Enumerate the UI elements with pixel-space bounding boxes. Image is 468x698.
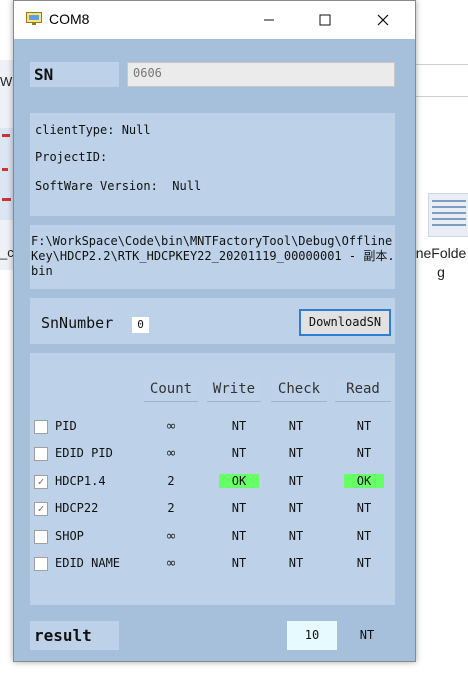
download-sn-button[interactable]: DownloadSN bbox=[299, 309, 391, 336]
maximize-icon bbox=[319, 14, 331, 26]
row-count-cell: 2 bbox=[167, 501, 175, 515]
row-label: SHOP bbox=[55, 529, 84, 543]
row-check-cell: NT bbox=[288, 556, 304, 570]
column-header-write: Write bbox=[207, 378, 261, 402]
row-label: EDID NAME bbox=[55, 556, 121, 570]
row-check-cell: NT bbox=[288, 529, 304, 543]
row-checkbox[interactable] bbox=[34, 420, 48, 434]
row-label: PID bbox=[55, 419, 77, 433]
column-header-check: Check bbox=[271, 378, 327, 402]
row-label: HDCP22 bbox=[55, 501, 99, 515]
row-write-cell: NT bbox=[231, 501, 247, 515]
row-read-cell: NT bbox=[356, 446, 372, 460]
desktop-text-fragment: _c bbox=[0, 245, 14, 260]
row-read-cell: NT bbox=[356, 556, 372, 570]
desktop-file-thumbnail[interactable] bbox=[428, 193, 468, 237]
app-icon bbox=[26, 12, 42, 25]
row-read-cell: NT bbox=[356, 419, 372, 433]
checkmark-icon: ✓ bbox=[37, 502, 45, 515]
row-write-cell: NT bbox=[231, 529, 247, 543]
row-checkbox[interactable]: ✓ bbox=[34, 475, 48, 489]
project-id-text: ProjectID: bbox=[35, 150, 108, 164]
minimize-button[interactable] bbox=[246, 1, 292, 39]
result-status: NT bbox=[359, 628, 375, 642]
row-label: EDID PID bbox=[55, 446, 113, 460]
sn-number-label: SnNumber bbox=[41, 314, 114, 332]
sn-label: SN bbox=[30, 62, 119, 87]
sn-input[interactable]: 0606 bbox=[127, 62, 395, 87]
column-header-read: Read bbox=[335, 378, 391, 402]
row-count-cell: 2 bbox=[167, 474, 175, 488]
row-check-cell: NT bbox=[288, 501, 304, 515]
app-window: COM8 SN 0606 clientType: Null ProjectID:… bbox=[13, 0, 416, 662]
column-header-count: Count bbox=[144, 378, 198, 402]
row-count-cell: ∞ bbox=[165, 556, 177, 571]
row-checkbox[interactable]: ✓ bbox=[34, 502, 48, 516]
sn-number-value: 0 bbox=[132, 317, 149, 333]
row-checkbox[interactable] bbox=[34, 447, 48, 461]
window-title: COM8 bbox=[49, 11, 90, 27]
result-label: result bbox=[30, 621, 119, 650]
key-file-path: F:\WorkSpace\Code\bin\MNTFactoryTool\Deb… bbox=[31, 234, 395, 278]
desktop-file-label-line2: g bbox=[437, 264, 445, 280]
row-write-cell: NT bbox=[231, 446, 247, 460]
row-check-cell: NT bbox=[288, 446, 304, 460]
row-count-cell: ∞ bbox=[165, 529, 177, 544]
client-type-text: clientType: Null bbox=[35, 123, 151, 137]
minimize-icon bbox=[264, 19, 274, 21]
row-checkbox[interactable] bbox=[34, 530, 48, 544]
row-check-cell: NT bbox=[288, 419, 304, 433]
row-label: HDCP1.4 bbox=[55, 474, 106, 488]
row-count-cell: ∞ bbox=[165, 446, 177, 461]
row-write-cell: NT bbox=[231, 419, 247, 433]
close-button[interactable] bbox=[360, 1, 406, 39]
row-read-cell: NT bbox=[356, 501, 372, 515]
row-checkbox[interactable] bbox=[34, 557, 48, 571]
desktop-file-label-line1: neFolde bbox=[415, 245, 467, 261]
desktop-divider bbox=[414, 96, 468, 97]
checkmark-icon: ✓ bbox=[37, 475, 45, 488]
row-read-cell: OK bbox=[344, 474, 384, 488]
row-read-cell: NT bbox=[356, 529, 372, 543]
desktop-file-label[interactable]: neFolde g bbox=[413, 244, 468, 282]
software-version-text: SoftWare Version: Null bbox=[35, 179, 202, 193]
close-icon bbox=[377, 14, 389, 26]
row-count-cell: ∞ bbox=[165, 419, 177, 434]
row-check-cell: NT bbox=[288, 474, 304, 488]
result-count: 10 bbox=[287, 621, 337, 650]
title-bar[interactable]: COM8 bbox=[14, 1, 415, 39]
desktop-divider bbox=[414, 64, 468, 65]
maximize-button[interactable] bbox=[302, 1, 348, 39]
row-write-cell: NT bbox=[231, 556, 247, 570]
row-write-cell: OK bbox=[219, 474, 259, 488]
